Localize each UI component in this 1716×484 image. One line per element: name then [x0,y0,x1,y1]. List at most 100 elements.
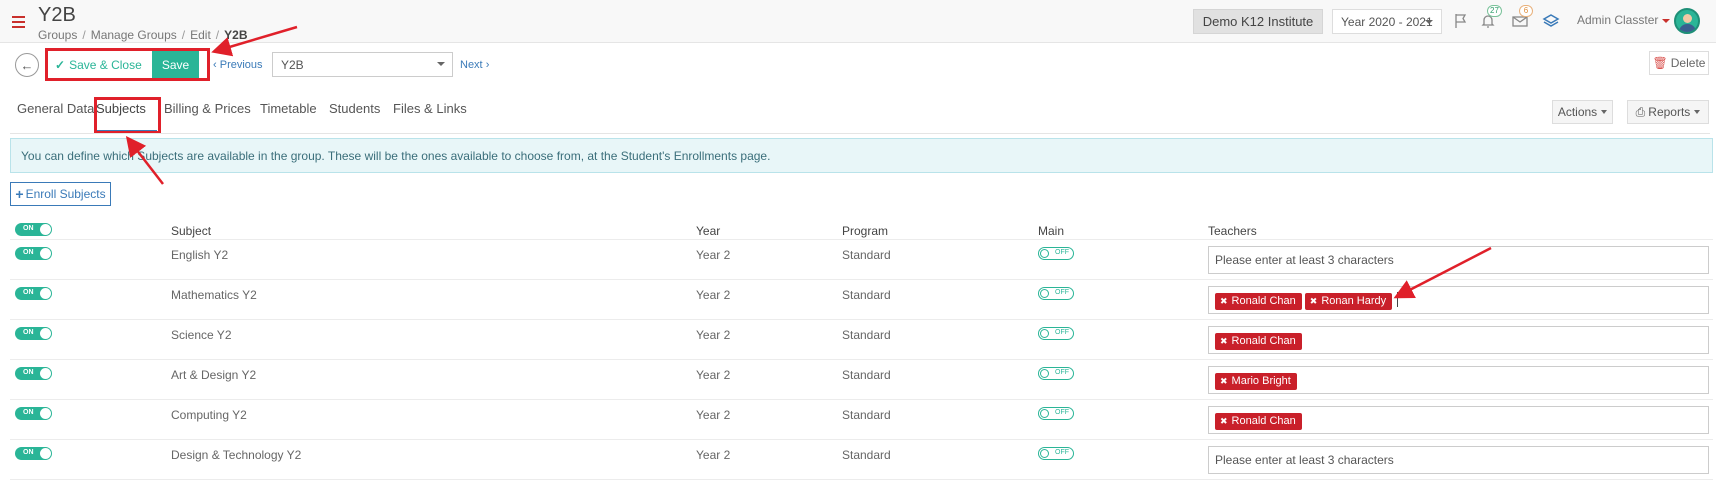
row-divider [10,279,1713,280]
main-toggle-label: OFF [1055,449,1069,456]
row-toggle[interactable]: ON [15,287,52,300]
breadcrumb-current: Y2B [224,28,248,42]
trash-icon: 🗑 [1652,56,1668,70]
delete-button[interactable]: 🗑 Delete [1649,51,1709,75]
remove-tag-icon[interactable]: ✖ [1220,336,1228,346]
previous-link[interactable]: ‹ Previous [213,59,263,71]
chevron-down-icon [1694,110,1701,114]
teacher-tag: ✖ Ronald Chan [1215,333,1302,350]
printer-icon: ⎙ [1635,104,1646,119]
cell-program: Standard [842,368,891,382]
year-select[interactable]: Year 2020 - 2021 [1332,9,1442,34]
row-divider [10,359,1713,360]
tab-files-links[interactable]: Files & Links [393,101,467,116]
teacher-tag: ✖ Ronan Hardy [1304,293,1393,310]
remove-tag-icon[interactable]: ✖ [1220,416,1228,426]
breadcrumb-groups[interactable]: Groups [38,28,77,42]
main-toggle[interactable]: OFF [1038,447,1074,460]
teachers-input[interactable]: ✖ Ronald Chan [1208,406,1709,434]
row-toggle-label: ON [23,449,34,456]
year-select-value: Year 2020 - 2021 [1341,14,1433,29]
teacher-name: Ronan Hardy [1321,295,1387,307]
main-toggle-label: OFF [1055,249,1069,256]
teachers-placeholder: Please enter at least 3 characters [1215,253,1394,267]
row-toggle-label: ON [23,369,34,376]
breadcrumb-edit[interactable]: Edit [190,28,211,42]
user-name[interactable]: Admin Classter [1577,13,1658,27]
next-link[interactable]: Next › [460,59,489,71]
main-toggle[interactable]: OFF [1038,407,1074,420]
column-header-main: Main [1038,224,1065,238]
group-select[interactable]: Y2B [272,52,453,77]
cell-subject: Design & Technology Y2 [171,448,302,462]
row-divider [10,439,1713,440]
cell-year: Year 2 [696,328,731,342]
teachers-input[interactable]: Please enter at least 3 characters [1208,446,1709,474]
cell-program: Standard [842,408,891,422]
main-toggle-label: OFF [1055,329,1069,336]
row-toggle[interactable]: ON [15,447,52,460]
subjects-tab-highlight [94,97,161,134]
teachers-input[interactable]: Please enter at least 3 characters [1208,246,1709,274]
enroll-subjects-button[interactable]: + Enroll Subjects [10,182,111,206]
teachers-input[interactable]: ✖ Ronald Chan ✖ Ronan Hardy [1208,286,1709,314]
cell-program: Standard [842,248,891,262]
tab-billing-prices[interactable]: Billing & Prices [164,101,251,116]
row-toggle[interactable]: ON [15,327,52,340]
cell-year: Year 2 [696,248,731,262]
row-toggle[interactable]: ON [15,407,52,420]
teacher-name: Ronald Chan [1231,295,1296,307]
main-toggle[interactable]: OFF [1038,247,1074,260]
back-button[interactable]: ← [15,53,39,77]
cell-program: Standard [842,288,891,302]
flag-icon[interactable] [1452,12,1470,30]
cell-subject: Computing Y2 [171,408,247,422]
cell-subject: Science Y2 [171,328,232,342]
group-select-value: Y2B [281,58,304,72]
row-divider [10,319,1713,320]
chevron-left-icon: ‹ [213,59,217,71]
remove-tag-icon[interactable]: ✖ [1220,376,1228,386]
tab-students[interactable]: Students [329,101,380,116]
main-toggle-label: OFF [1055,289,1069,296]
teachers-input[interactable]: ✖ Ronald Chan [1208,326,1709,354]
main-toggle-label: OFF [1055,409,1069,416]
chevron-right-icon: › [485,59,490,71]
text-cursor [1397,291,1399,307]
breadcrumb: Groups / Manage Groups / Edit / Y2B [38,28,248,42]
main-toggle[interactable]: OFF [1038,287,1074,300]
save-close-button[interactable]: ✓ Save & Close [55,52,145,77]
save-button[interactable]: Save [152,51,199,78]
main-toggle[interactable]: OFF [1038,327,1074,340]
teacher-name: Ronald Chan [1231,415,1296,427]
cell-subject: Art & Design Y2 [171,368,257,382]
tab-general-data[interactable]: General Data [17,101,94,116]
layers-icon[interactable] [1542,12,1560,30]
reports-label: Reports [1648,105,1691,119]
actions-button[interactable]: Actions [1552,100,1613,124]
main-toggle[interactable]: OFF [1038,367,1074,380]
row-toggle[interactable]: ON [15,367,52,380]
arrow-left-icon: ← [20,57,34,73]
user-caret-icon[interactable] [1662,19,1670,23]
row-toggle[interactable]: ON [15,247,52,260]
remove-tag-icon[interactable]: ✖ [1310,296,1318,306]
institute-button[interactable]: Demo K12 Institute [1193,9,1323,34]
menu-icon[interactable] [12,16,25,28]
messages-badge: 6 [1519,5,1533,17]
reports-button[interactable]: ⎙ Reports [1627,100,1709,124]
teachers-placeholder: Please enter at least 3 characters [1215,453,1394,467]
row-toggle-label: ON [23,249,34,256]
tab-timetable[interactable]: Timetable [260,101,317,116]
teachers-input[interactable]: ✖ Mario Bright [1208,366,1709,394]
column-header-subject: Subject [171,224,212,238]
select-all-toggle[interactable]: ON [15,223,52,236]
chevron-down-icon [437,62,445,66]
breadcrumb-manage-groups[interactable]: Manage Groups [91,28,177,42]
remove-tag-icon[interactable]: ✖ [1220,296,1228,306]
next-label: Next [460,59,483,71]
page-title: Y2B [38,4,76,26]
cell-year: Year 2 [696,408,731,422]
avatar[interactable] [1674,8,1700,34]
delete-label: Delete [1670,56,1706,70]
